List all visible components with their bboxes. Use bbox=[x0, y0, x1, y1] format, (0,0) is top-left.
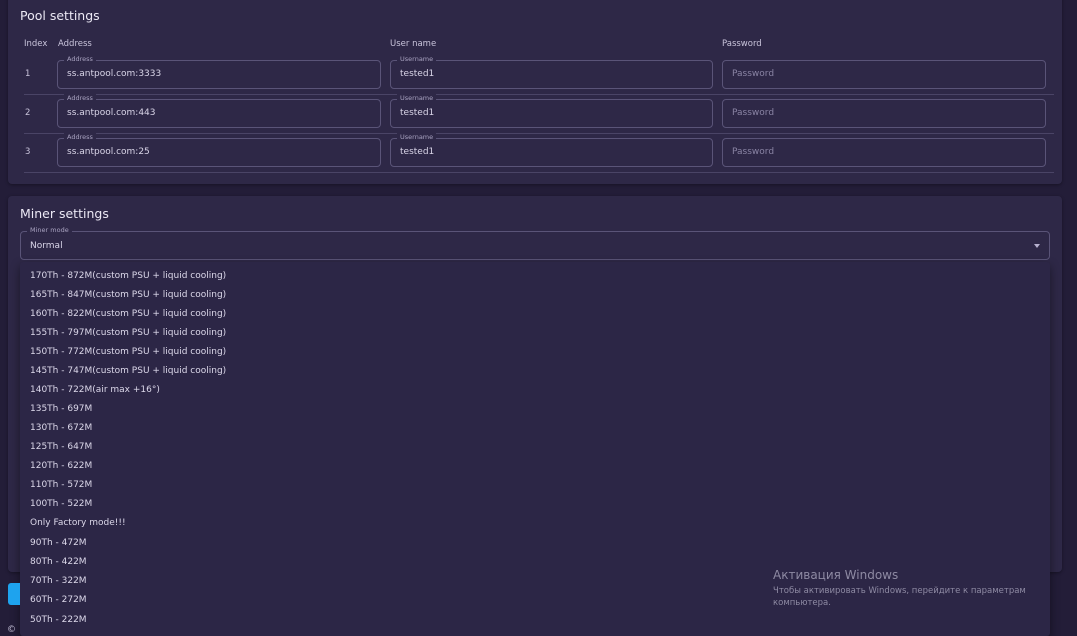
pool-row: 2 Address ss.antpool.com:443 Username te… bbox=[24, 94, 1054, 134]
dropdown-option[interactable]: 150Th - 772M(custom PSU + liquid cooling… bbox=[20, 343, 1050, 362]
dropdown-option[interactable]: 130Th - 672M bbox=[20, 419, 1050, 438]
dropdown-option[interactable]: 145Th - 747M(custom PSU + liquid cooling… bbox=[20, 362, 1050, 381]
windows-activation-watermark: Активация Windows Чтобы активировать Win… bbox=[773, 568, 1043, 609]
dropdown-option[interactable]: 155Th - 797M(custom PSU + liquid cooling… bbox=[20, 324, 1050, 343]
copyright-icon: © bbox=[7, 625, 16, 635]
watermark-title: Активация Windows bbox=[773, 568, 899, 582]
address-field[interactable]: Address ss.antpool.com:25 bbox=[57, 133, 381, 167]
dropdown-option[interactable]: 50Th - 222M bbox=[20, 611, 1050, 630]
password-field[interactable]: Password bbox=[722, 99, 1046, 128]
dropdown-option[interactable]: 110Th - 572M bbox=[20, 476, 1050, 495]
pool-settings-title: Pool settings bbox=[20, 8, 100, 23]
dropdown-option[interactable]: 135Th - 697M bbox=[20, 400, 1050, 419]
pool-row: 1 Address ss.antpool.com:3333 Username t… bbox=[24, 55, 1054, 95]
dropdown-option[interactable]: 165Th - 847M(custom PSU + liquid cooling… bbox=[20, 286, 1050, 305]
pool-settings-card: Pool settings Index Address User name Pa… bbox=[8, 0, 1062, 184]
miner-mode-select[interactable]: Miner mode Normal bbox=[20, 226, 1050, 260]
address-field[interactable]: Address ss.antpool.com:3333 bbox=[57, 55, 381, 89]
chevron-down-icon[interactable] bbox=[1034, 244, 1040, 248]
dropdown-option[interactable]: 125Th - 647M bbox=[20, 438, 1050, 457]
dropdown-option[interactable]: 160Th - 822M(custom PSU + liquid cooling… bbox=[20, 305, 1050, 324]
dropdown-option[interactable]: Only Factory mode!!! bbox=[20, 514, 1050, 533]
header-address: Address bbox=[58, 39, 92, 49]
header-username: User name bbox=[390, 39, 437, 49]
miner-mode-value: Normal bbox=[30, 241, 63, 251]
username-field[interactable]: Username tested1 bbox=[390, 94, 713, 128]
row-index: 1 bbox=[25, 69, 31, 79]
row-index: 2 bbox=[25, 108, 31, 118]
dropdown-option[interactable]: 100Th - 522M bbox=[20, 495, 1050, 514]
pool-row: 3 Address ss.antpool.com:25 Username tes… bbox=[24, 133, 1054, 173]
header-password: Password bbox=[722, 39, 762, 49]
dropdown-option[interactable]: 170Th - 872M(custom PSU + liquid cooling… bbox=[20, 267, 1050, 286]
row-index: 3 bbox=[25, 147, 31, 157]
dropdown-option[interactable]: 140Th - 722M(air max +16°) bbox=[20, 381, 1050, 400]
watermark-subtitle: Чтобы активировать Windows, перейдите к … bbox=[773, 586, 1026, 608]
dropdown-option[interactable]: 120Th - 622M bbox=[20, 457, 1050, 476]
header-index: Index bbox=[24, 39, 48, 49]
save-button[interactable] bbox=[8, 583, 20, 605]
username-field[interactable]: Username tested1 bbox=[390, 55, 713, 89]
username-field[interactable]: Username tested1 bbox=[390, 133, 713, 167]
address-field[interactable]: Address ss.antpool.com:443 bbox=[57, 94, 381, 128]
password-field[interactable]: Password bbox=[722, 60, 1046, 89]
password-field[interactable]: Password bbox=[722, 138, 1046, 167]
dropdown-option[interactable]: 90Th - 472M bbox=[20, 534, 1050, 553]
miner-settings-title: Miner settings bbox=[20, 206, 109, 221]
